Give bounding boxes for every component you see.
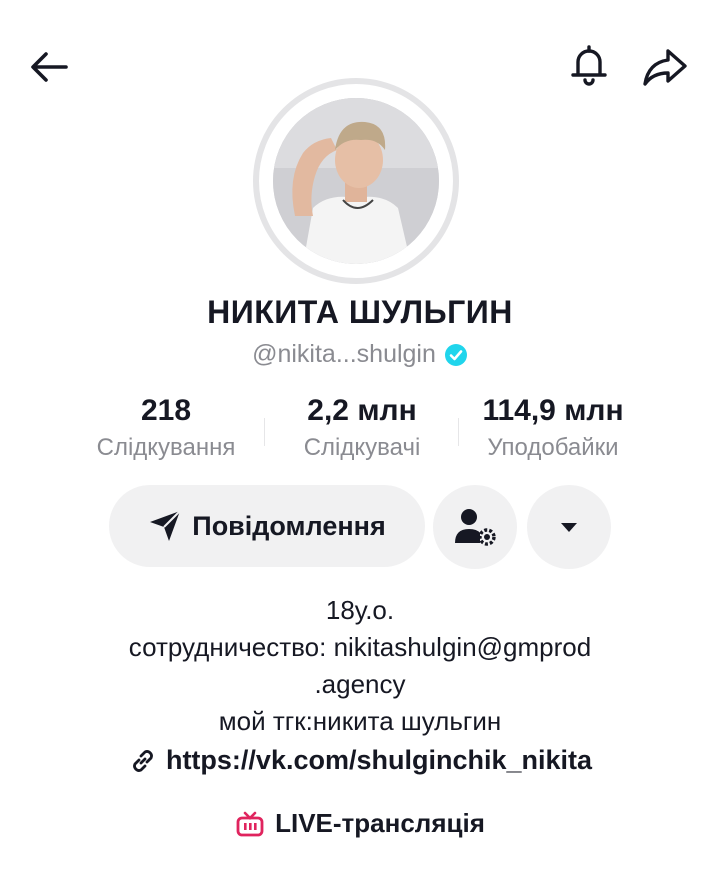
follow-settings-button[interactable] bbox=[433, 485, 517, 569]
bio-line: .agency bbox=[314, 669, 406, 699]
bio-line: сотрудничество: nikitashulgin@gmprod bbox=[128, 632, 592, 662]
avatar-photo bbox=[273, 98, 439, 264]
bio-link-text: https://vk.com/shulginchik_nikita bbox=[165, 745, 593, 775]
live-tv-icon bbox=[236, 811, 264, 836]
profile-handle: @nikita...shulgin bbox=[252, 340, 436, 368]
more-options-button[interactable] bbox=[527, 485, 611, 569]
user-gear-icon bbox=[455, 509, 496, 546]
followers-count: 2,2 млн bbox=[307, 394, 417, 427]
link-icon bbox=[133, 749, 153, 772]
followers-label: Слідкувачі bbox=[303, 434, 421, 461]
notification-bell-button[interactable] bbox=[566, 42, 612, 88]
message-button[interactable]: Повідомлення bbox=[109, 485, 425, 567]
message-button-label: Повідомлення bbox=[192, 510, 386, 541]
avatar bbox=[273, 98, 439, 264]
live-button[interactable]: LIVE-трансляція bbox=[0, 808, 720, 839]
following-count: 218 bbox=[140, 394, 192, 427]
arrow-left-icon bbox=[31, 52, 68, 82]
stat-followers[interactable]: 2,2 млн Слідкувачі bbox=[262, 394, 462, 462]
caret-down-icon bbox=[561, 523, 577, 532]
bio-line: 18у.о. bbox=[325, 595, 395, 625]
share-button[interactable] bbox=[640, 42, 690, 92]
handle-row: @nikita...shulgin bbox=[0, 340, 720, 369]
profile-name: НИКИТА ШУЛЬГИН bbox=[207, 294, 513, 330]
share-arrow-icon bbox=[643, 49, 687, 86]
verified-check-icon bbox=[444, 343, 467, 366]
bell-icon bbox=[571, 45, 607, 86]
likes-label: Уподобайки bbox=[487, 434, 619, 461]
bio-line: мой тгк:никита шульгин bbox=[218, 706, 502, 736]
likes-count: 114,9 млн bbox=[482, 394, 624, 427]
following-label: Слідкування bbox=[96, 434, 236, 461]
live-label: LIVE-трансляція bbox=[275, 808, 485, 838]
stat-following[interactable]: 218 Слідкування bbox=[66, 394, 266, 462]
avatar-ring[interactable] bbox=[253, 78, 459, 284]
send-arrow-icon bbox=[150, 510, 181, 541]
stat-likes[interactable]: 114,9 млн Уподобайки bbox=[453, 394, 653, 462]
back-button[interactable] bbox=[26, 44, 72, 90]
bio-link[interactable]: https://vk.com/shulginchik_nikita bbox=[0, 745, 720, 776]
